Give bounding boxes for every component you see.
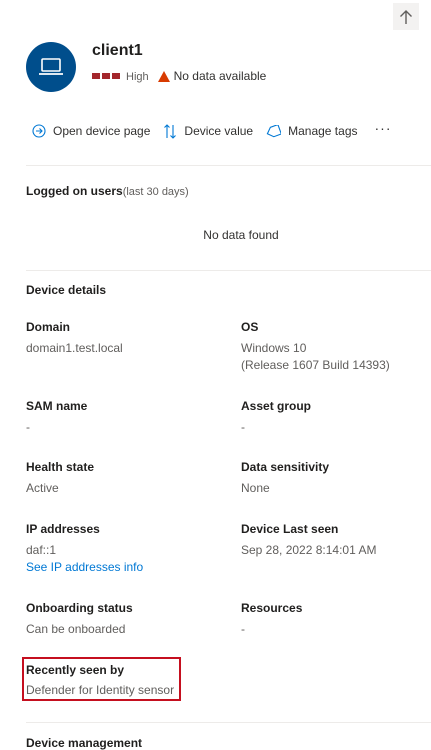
data-sensitivity-value: None <box>241 481 270 495</box>
tag-icon <box>266 124 282 137</box>
risk-row: High No data available <box>92 68 266 84</box>
device-avatar <box>26 42 76 92</box>
os-value-line2: (Release 1607 Build 14393) <box>241 358 390 372</box>
domain-value: domain1.test.local <box>26 341 123 355</box>
os-label: OS <box>241 320 259 334</box>
resources-label: Resources <box>241 601 303 615</box>
device-management-title: Device management <box>26 736 143 750</box>
logged-on-users-empty: No data found <box>203 228 279 242</box>
more-actions-button[interactable]: ··· <box>375 120 392 136</box>
device-details-title: Device details <box>26 283 107 297</box>
onboarding-status-value: Can be onboarded <box>26 622 126 636</box>
arrow-circle-right-icon <box>32 124 46 138</box>
ip-addresses-label: IP addresses <box>26 522 100 536</box>
divider <box>26 722 431 723</box>
data-sensitivity-label: Data sensitivity <box>241 460 330 474</box>
sam-name-label: SAM name <box>26 399 88 413</box>
manage-tags-label: Manage tags <box>288 124 358 138</box>
os-value-line1: Windows 10 <box>241 341 307 355</box>
domain-label: Domain <box>26 320 71 334</box>
resources-value: - <box>241 622 245 636</box>
alert-status: No data available <box>173 69 267 83</box>
health-state-value: Active <box>26 481 59 495</box>
onboarding-status-label: Onboarding status <box>26 601 133 615</box>
health-state-label: Health state <box>26 460 95 474</box>
logged-on-users-title: Logged on users(last 30 days) <box>26 184 189 198</box>
asset-group-label: Asset group <box>241 399 312 413</box>
laptop-icon <box>39 58 63 75</box>
logged-on-users-subtitle: (last 30 days) <box>122 186 189 198</box>
open-device-page-button[interactable]: Open device page <box>32 124 150 138</box>
scroll-to-top-button[interactable] <box>393 3 419 30</box>
open-device-page-label: Open device page <box>53 124 151 138</box>
risk-level-bars <box>92 73 120 79</box>
manage-tags-button[interactable]: Manage tags <box>266 124 358 138</box>
sam-name-value: - <box>26 420 30 434</box>
device-name: client1 <box>92 42 143 59</box>
divider <box>26 270 431 271</box>
see-ip-addresses-link[interactable]: See IP addresses info <box>26 560 143 574</box>
arrow-up-icon <box>400 9 412 24</box>
logged-on-users-heading: Logged on users <box>26 184 123 198</box>
device-value-label: Device value <box>184 124 254 138</box>
sort-arrows-icon <box>164 123 177 139</box>
device-value-button[interactable]: Device value <box>163 123 254 139</box>
ip-addresses-value: daf::1 <box>26 543 57 557</box>
divider <box>26 165 431 166</box>
asset-group-value: - <box>241 420 245 434</box>
action-toolbar: Open device page Device value Manage tag… <box>32 120 392 140</box>
highlight-box <box>22 657 181 701</box>
device-last-seen-value: Sep 28, 2022 8:14:01 AM <box>241 543 377 557</box>
device-last-seen-label: Device Last seen <box>241 522 339 536</box>
risk-level-label: High <box>126 71 149 83</box>
warning-icon <box>157 70 170 82</box>
